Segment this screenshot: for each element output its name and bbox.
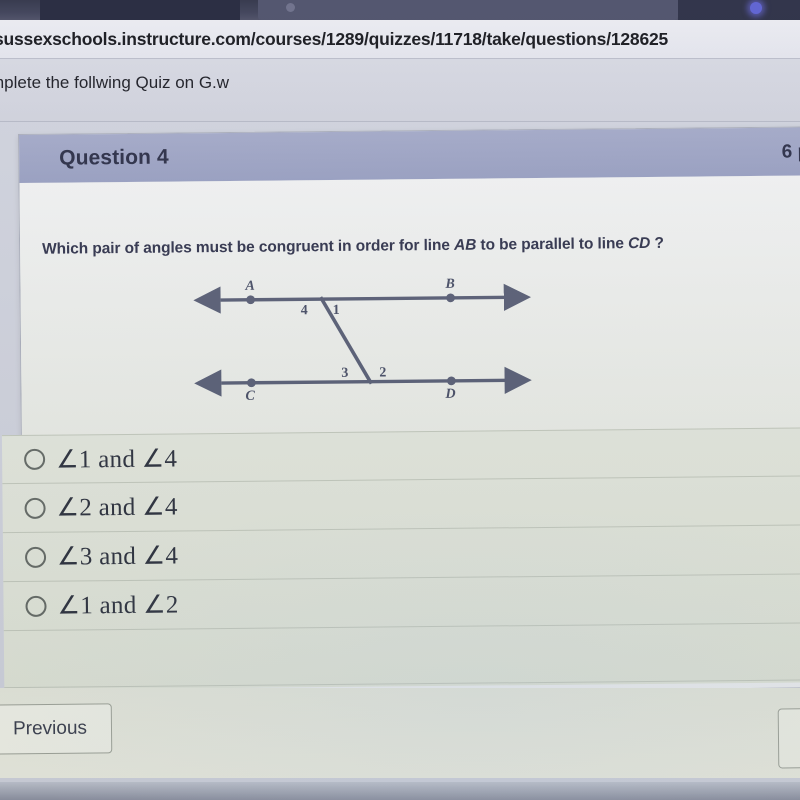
browser-address-bar[interactable]: sussexschools.instructure.com/courses/12… (0, 20, 800, 59)
radio-button-4[interactable] (25, 595, 47, 617)
angle-2-label: 2 (379, 365, 386, 380)
angle-4-label: 4 (301, 303, 308, 318)
answer-option-3[interactable]: ∠3 and ∠4 (2, 525, 800, 583)
point-c-dot (246, 378, 256, 388)
answer-label-4: ∠1 and ∠2 (57, 591, 179, 620)
radio-button-3[interactable] (24, 546, 47, 568)
quiz-instructions-text: mplete the follwing Quiz on G.w (0, 73, 230, 92)
point-c-label: C (245, 389, 255, 404)
prompt-text-1: Which pair of angles must be congruent i… (42, 236, 455, 258)
question-header: Question 4 6 p (19, 127, 800, 184)
question-points: 6 p (781, 141, 800, 163)
answer-list-trailing-divider (3, 623, 800, 689)
previous-button-label: Previous (12, 717, 88, 740)
point-a-dot (246, 295, 256, 305)
question-title: Question 4 (59, 145, 169, 170)
question-card: Question 4 6 p Which pair of angles must… (1, 126, 800, 696)
browser-tab-inactive-right[interactable] (678, 0, 800, 20)
point-d-label: D (444, 387, 455, 402)
angle-1-label: 1 (333, 303, 340, 318)
answer-label-3: ∠3 and ∠4 (56, 542, 179, 571)
prompt-line-cd: CD (627, 234, 651, 253)
screen-bottom-bezel (0, 782, 800, 800)
prompt-text-2: to be parallel to line (476, 235, 629, 254)
prompt-text-3: ? (650, 234, 664, 252)
line-ab (193, 283, 531, 314)
point-b-label: B (444, 277, 454, 292)
radio-button-1[interactable] (24, 448, 46, 470)
browser-tab-inactive-left[interactable] (40, 0, 240, 20)
answer-label-1: ∠1 and ∠4 (55, 444, 178, 474)
question-body: Which pair of angles must be congruent i… (19, 175, 800, 453)
point-b-dot (446, 293, 455, 303)
previous-button[interactable]: Previous (0, 703, 113, 755)
answer-option-1[interactable]: ∠1 and ∠4 (1, 427, 800, 485)
answer-option-2[interactable]: ∠2 and ∠4 (2, 476, 800, 534)
answer-options-list: ∠1 and ∠4 ∠2 and ∠4 ∠3 and ∠4 ∠1 and ∠2 (1, 427, 800, 691)
prompt-line-ab: AB (453, 236, 477, 254)
tab-favicon-icon (286, 3, 295, 12)
angle-3-label: 3 (341, 366, 348, 381)
point-a-label: A (244, 279, 254, 294)
url-text: sussexschools.instructure.com/courses/12… (0, 29, 669, 49)
next-button[interactable] (777, 707, 800, 769)
browser-tab-active[interactable] (258, 0, 678, 20)
screenshot-root: sussexschools.instructure.com/courses/12… (0, 0, 800, 800)
quiz-footer-nav: Previous (0, 688, 800, 778)
browser-tab-strip (0, 0, 800, 20)
point-d-dot (446, 376, 456, 386)
geometry-diagram: A B C D 4 1 3 2 (192, 270, 533, 413)
radio-button-2[interactable] (24, 497, 46, 519)
question-prompt: Which pair of angles must be congruent i… (42, 233, 800, 259)
notification-dot-icon (750, 2, 762, 14)
line-cd (194, 366, 532, 397)
answer-option-4[interactable]: ∠1 and ∠2 (3, 574, 800, 632)
answer-label-2: ∠2 and ∠4 (56, 493, 178, 522)
quiz-instructions-bar: mplete the follwing Quiz on G.w (0, 59, 800, 122)
